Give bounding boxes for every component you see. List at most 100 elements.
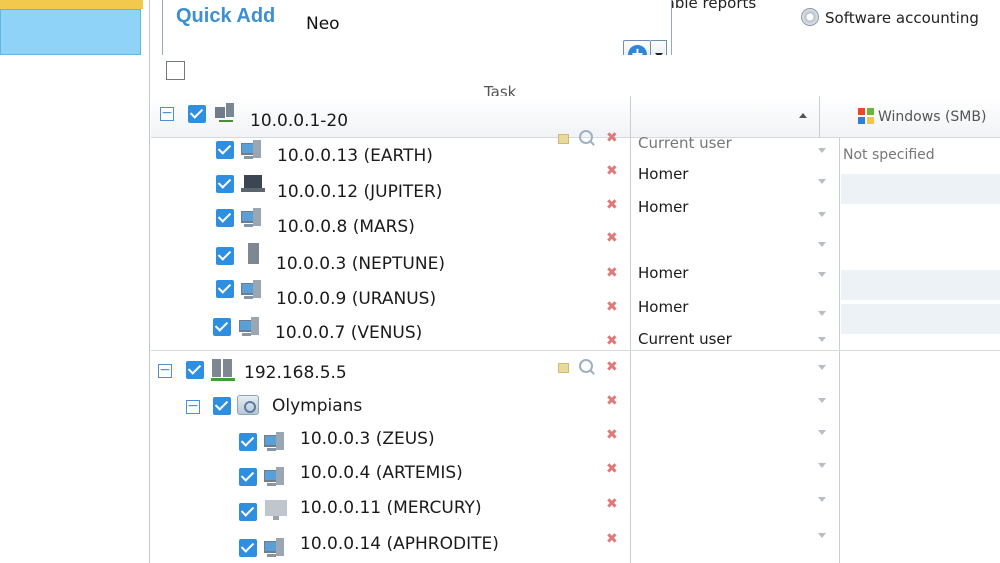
host-checkbox[interactable] xyxy=(216,247,234,265)
user-cell[interactable]: Current user xyxy=(638,330,732,348)
subgroup-row[interactable]: − Olympians ✖ xyxy=(151,388,1000,421)
left-sidebar xyxy=(0,0,150,563)
group-label: 192.168.5.5 xyxy=(244,363,347,383)
gear-folder-icon xyxy=(237,395,259,415)
host-checkbox[interactable] xyxy=(239,433,257,451)
quick-add-input[interactable] xyxy=(306,12,606,36)
host-label: 10.0.0.9 (URANUS) xyxy=(276,289,437,309)
quick-add-label: Quick Add xyxy=(176,5,276,27)
group-divider xyxy=(151,350,1000,351)
host-row[interactable]: ✖ 10.0.0.9 (URANUS) Homer xyxy=(151,264,1000,309)
host-row[interactable]: 10.0.0.11 (MERCURY) ✖ xyxy=(151,493,1000,526)
group-checkbox[interactable] xyxy=(186,361,204,379)
group-row[interactable]: − 10.0.0.1-20 ✖ xyxy=(151,100,1000,146)
host-label: 10.0.0.11 (MERCURY) xyxy=(300,498,482,518)
delete-icon[interactable]: ✖ xyxy=(606,393,618,409)
sidebar-item-highlight[interactable] xyxy=(0,0,143,9)
user-dropdown-icon[interactable] xyxy=(818,212,826,217)
user-cell[interactable]: Homer xyxy=(638,298,688,316)
host-checkbox[interactable] xyxy=(216,175,234,193)
software-accounting-label: Software accounting xyxy=(825,9,979,27)
desktop-pc-icon xyxy=(239,316,265,338)
collapse-icon[interactable]: − xyxy=(186,399,200,414)
user-dropdown-icon[interactable] xyxy=(818,242,826,247)
delete-icon[interactable]: ✖ xyxy=(606,461,618,477)
delete-icon[interactable]: ✖ xyxy=(606,496,618,512)
server-group-icon xyxy=(211,359,237,381)
user-dropdown-icon[interactable] xyxy=(818,497,826,502)
collapse-icon[interactable]: − xyxy=(160,106,174,121)
select-all-checkbox[interactable] xyxy=(166,61,185,80)
sidebar-item-selected[interactable] xyxy=(0,9,141,55)
delete-icon[interactable]: ✖ xyxy=(606,531,618,547)
delete-icon[interactable]: ✖ xyxy=(606,333,618,349)
host-row[interactable]: ✖ 10.0.0.8 (MARS) Homer xyxy=(151,197,1000,237)
user-dropdown-icon[interactable] xyxy=(818,398,826,403)
user-dropdown-icon[interactable] xyxy=(818,148,826,153)
user-dropdown-icon[interactable] xyxy=(818,272,826,277)
delete-icon[interactable]: ✖ xyxy=(606,359,618,375)
list-header: Task xyxy=(151,55,1000,101)
software-accounting-button[interactable]: Software accounting xyxy=(801,8,979,27)
desktop-pc-icon xyxy=(241,207,267,229)
delete-icon[interactable]: ✖ xyxy=(606,299,618,315)
user-cell[interactable]: Homer xyxy=(638,198,688,216)
delete-icon[interactable]: ✖ xyxy=(606,163,618,179)
group-label: 10.0.0.1-20 xyxy=(250,111,349,131)
user-cell[interactable]: Homer xyxy=(638,165,688,183)
desktop-pc-icon xyxy=(264,537,290,559)
host-row[interactable]: 10.0.0.14 (APHRODITE) ✖ xyxy=(151,529,1000,562)
user-dropdown-icon[interactable] xyxy=(818,365,826,370)
host-checkbox[interactable] xyxy=(239,539,257,557)
table-reports-label: Table reports xyxy=(659,0,757,12)
host-row[interactable]: 10.0.0.4 (ARTEMIS) ✖ xyxy=(151,458,1000,491)
imac-icon xyxy=(264,499,290,521)
group-checkbox[interactable] xyxy=(188,105,206,123)
disc-icon xyxy=(801,8,819,26)
host-label: 10.0.0.8 (MARS) xyxy=(277,217,415,237)
host-label: 10.0.0.14 (APHRODITE) xyxy=(300,534,499,554)
host-label: 10.0.0.7 (VENUS) xyxy=(275,323,423,343)
user-dropdown-icon[interactable] xyxy=(818,430,826,435)
user-dropdown-icon[interactable] xyxy=(818,463,826,468)
open-icon[interactable] xyxy=(558,363,569,373)
host-checkbox[interactable] xyxy=(216,280,234,298)
host-label: 10.0.0.3 (NEPTUNE) xyxy=(276,254,445,274)
desktop-pc-icon xyxy=(241,279,267,301)
host-checkbox[interactable] xyxy=(213,318,231,336)
desktop-pc-icon xyxy=(264,466,290,488)
user-dropdown-icon[interactable] xyxy=(818,533,826,538)
host-row[interactable]: ✖ 10.0.0.12 (JUPITER) Homer xyxy=(151,163,1000,203)
windows-cell[interactable]: Not specified xyxy=(843,147,935,163)
host-checkbox[interactable] xyxy=(239,503,257,521)
host-row[interactable]: 10.0.0.3 (ZEUS) ✖ xyxy=(151,424,1000,457)
user-dropdown-icon[interactable] xyxy=(818,337,826,342)
collapse-icon[interactable]: − xyxy=(158,363,172,378)
tower-server-icon xyxy=(241,243,267,265)
user-dropdown-icon[interactable] xyxy=(818,179,826,184)
delete-icon[interactable]: ✖ xyxy=(606,427,618,443)
host-label: 10.0.0.3 (ZEUS) xyxy=(300,429,435,449)
host-label: 10.0.0.4 (ARTEMIS) xyxy=(300,463,463,483)
delete-icon[interactable]: ✖ xyxy=(606,197,618,213)
host-checkbox[interactable] xyxy=(216,209,234,227)
subgroup-checkbox[interactable] xyxy=(213,397,231,415)
host-label: 10.0.0.12 (JUPITER) xyxy=(277,182,443,202)
host-row[interactable]: 10.0.0.13 (EARTH) Current user Not speci… xyxy=(151,134,1000,169)
host-row[interactable]: ✖ 10.0.0.3 (NEPTUNE) xyxy=(151,230,1000,274)
user-cell[interactable]: Current user xyxy=(638,134,732,152)
delete-icon[interactable]: ✖ xyxy=(606,230,618,246)
scan-icon[interactable] xyxy=(579,359,593,373)
host-checkbox[interactable] xyxy=(216,141,234,159)
laptop-icon xyxy=(241,173,267,195)
user-cell[interactable]: Homer xyxy=(638,264,688,282)
host-row[interactable]: ✖ 10.0.0.7 (VENUS) Homer ✖ Current user xyxy=(151,298,1000,349)
delete-icon[interactable]: ✖ xyxy=(606,265,618,281)
network-range-icon xyxy=(213,103,239,125)
desktop-pc-icon xyxy=(264,431,290,453)
user-dropdown-icon[interactable] xyxy=(818,311,826,316)
host-label: 10.0.0.13 (EARTH) xyxy=(277,146,433,166)
subgroup-label: Olympians xyxy=(272,396,363,416)
group-row[interactable]: − 192.168.5.5 ✖ xyxy=(151,353,1000,386)
host-checkbox[interactable] xyxy=(239,468,257,486)
